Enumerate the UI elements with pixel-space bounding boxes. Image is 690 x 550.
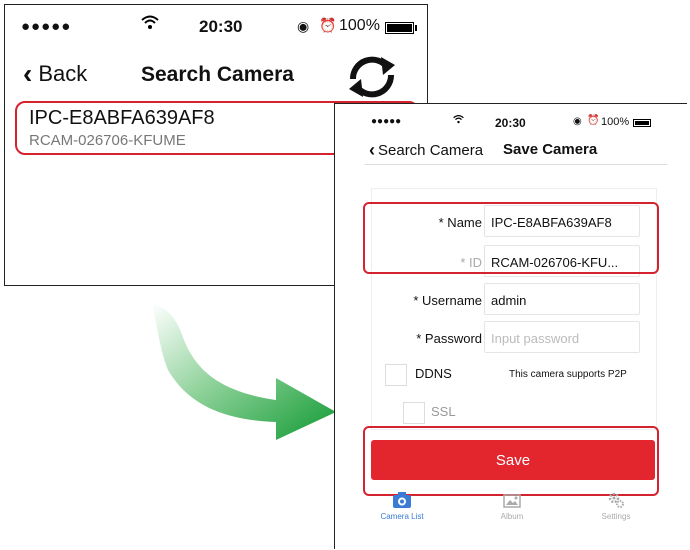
signal-strength: ●●●●● xyxy=(21,18,72,35)
ssl-checkbox[interactable] xyxy=(403,402,425,424)
tab-label: Camera List xyxy=(380,512,424,521)
back-label: Search Camera xyxy=(378,142,484,159)
nav-bar: ‹ Back Search Camera xyxy=(5,49,427,103)
ddns-checkbox[interactable] xyxy=(385,364,407,386)
refresh-icon[interactable] xyxy=(345,53,399,101)
status-bar: ●●●●● 20:30 ◉ ⏰ 100% xyxy=(335,104,687,134)
username-field[interactable]: admin xyxy=(484,283,640,315)
username-label: * Username xyxy=(413,293,482,308)
status-time: 20:30 xyxy=(199,17,243,36)
password-label: * Password xyxy=(416,331,482,346)
ddns-label: DDNS xyxy=(415,366,452,381)
transition-arrow xyxy=(152,304,336,440)
tab-label: Settings xyxy=(601,512,631,521)
chevron-left-icon: ‹ xyxy=(23,58,33,89)
status-time: 20:30 xyxy=(495,116,526,130)
wifi-icon xyxy=(453,114,464,127)
gear-icon xyxy=(581,488,651,512)
camera-icon xyxy=(367,488,437,512)
alarm-icon: ⏰ xyxy=(319,17,337,33)
status-bar: ●●●●● 20:30 ◉ ⏰ 100% xyxy=(5,5,427,49)
rotation-lock-icon: ◉ xyxy=(297,18,310,34)
page-title: Save Camera xyxy=(503,141,598,158)
tab-camera-list[interactable]: Camera List xyxy=(367,488,437,521)
password-field[interactable]: Input password xyxy=(484,321,640,353)
back-button[interactable]: ‹ Back xyxy=(23,58,88,89)
signal-strength: ●●●●● xyxy=(371,116,402,127)
battery-percent: 100% xyxy=(339,17,380,34)
page-title: Search Camera xyxy=(141,63,294,86)
name-id-highlight xyxy=(363,202,659,274)
password-placeholder: Input password xyxy=(491,331,580,346)
alarm-icon: ⏰ xyxy=(587,115,600,126)
tab-album[interactable]: Album xyxy=(477,488,547,521)
password-row: * Password Input password xyxy=(372,321,656,353)
tab-bar: Camera List Album Settings xyxy=(355,488,667,532)
ssl-label: SSL xyxy=(431,404,456,419)
wifi-icon xyxy=(141,14,159,35)
camera-name: IPC-E8ABFA639AF8 xyxy=(29,107,215,129)
tab-settings[interactable]: Settings xyxy=(581,488,651,521)
album-icon xyxy=(477,488,547,512)
back-label: Back xyxy=(38,61,88,86)
battery-icon xyxy=(385,22,417,34)
rotation-lock-icon: ◉ xyxy=(573,116,582,127)
p2p-note: This camera supports P2P xyxy=(509,369,627,380)
save-camera-screen: ●●●●● 20:30 ◉ ⏰ 100% ‹ Search Camera Sav… xyxy=(334,103,687,549)
chevron-left-icon: ‹ xyxy=(369,140,375,160)
username-row: * Username admin xyxy=(372,283,656,315)
tab-label: Album xyxy=(500,512,524,521)
username-value: admin xyxy=(491,293,527,308)
battery-percent: 100% xyxy=(601,116,630,128)
save-button[interactable]: Save xyxy=(371,440,655,480)
back-button[interactable]: ‹ Search Camera xyxy=(369,140,483,161)
battery-icon xyxy=(633,119,651,127)
nav-bar: ‹ Search Camera Save Camera xyxy=(365,136,667,165)
camera-id: RCAM-026706-KFUME xyxy=(29,132,186,149)
